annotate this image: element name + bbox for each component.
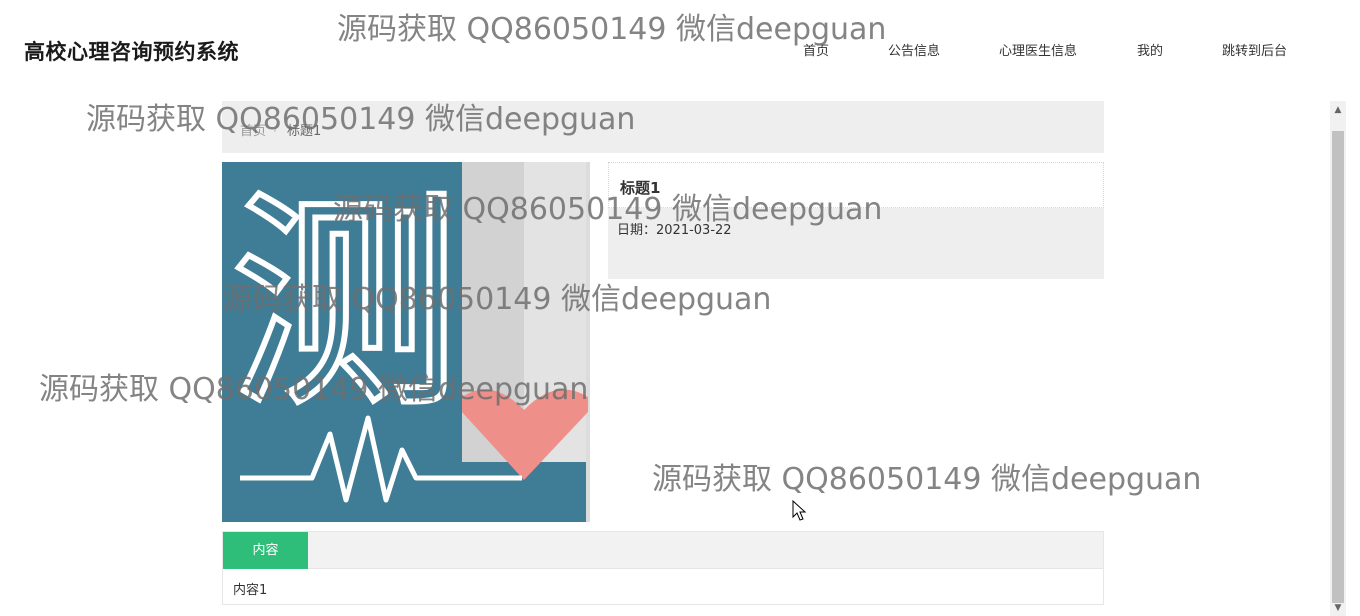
header: 高校心理咨询预约系统 首页 公告信息 心理医生信息 我的 跳转到后台 xyxy=(0,0,1330,95)
breadcrumb-separator: / xyxy=(274,120,279,135)
detail-date: 日期：2021-03-22 xyxy=(617,223,732,238)
detail-title-row: 标题1 xyxy=(608,162,1104,208)
watermark: 源码获取 QQ86050149 微信deepguan xyxy=(652,462,1202,497)
breadcrumb-current: 标题1 xyxy=(287,124,322,139)
tab-content-body: 内容1 xyxy=(233,583,268,598)
content-tabs: 内容 内容1 xyxy=(222,531,1104,605)
nav-mine[interactable]: 我的 xyxy=(1137,40,1163,59)
test-heart-illustration: 测 xyxy=(222,162,590,522)
vertical-scrollbar[interactable]: ▲ ▼ xyxy=(1330,101,1346,616)
scroll-up-arrow-icon[interactable]: ▲ xyxy=(1330,101,1346,119)
detail-info: 标题1 日期：2021-03-22 xyxy=(608,162,1104,279)
nav-doctors[interactable]: 心理医生信息 xyxy=(999,40,1077,59)
nav-notices[interactable]: 公告信息 xyxy=(888,40,940,59)
scroll-down-arrow-icon[interactable]: ▼ xyxy=(1330,600,1346,616)
tab-content[interactable]: 内容 xyxy=(223,532,308,569)
nav-admin[interactable]: 跳转到后台 xyxy=(1222,40,1287,59)
detail-image: 测 xyxy=(222,162,590,522)
main-nav: 首页 公告信息 心理医生信息 我的 跳转到后台 xyxy=(0,40,1330,60)
scroll-thumb[interactable] xyxy=(1332,131,1344,603)
tab-header: 内容 xyxy=(223,532,1103,569)
nav-home[interactable]: 首页 xyxy=(803,40,829,59)
mouse-cursor-icon xyxy=(792,500,807,521)
detail-title: 标题1 xyxy=(620,179,661,197)
breadcrumb-home[interactable]: 首页 xyxy=(240,120,266,139)
image-glyph: 测 xyxy=(230,172,460,439)
breadcrumb: 首页 / 标题1 xyxy=(222,101,1104,153)
